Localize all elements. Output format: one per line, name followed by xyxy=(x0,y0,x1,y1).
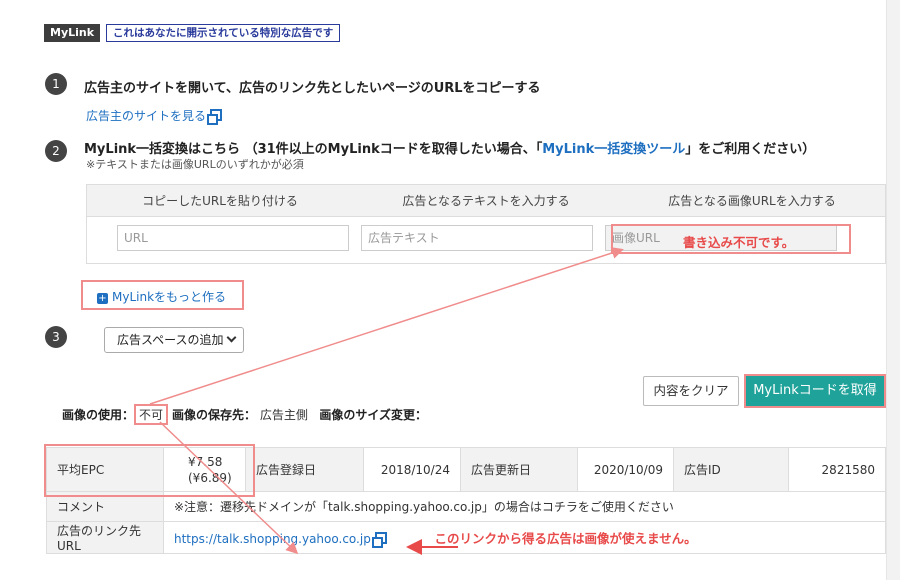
make-more-mylink-label: MyLinkをもっと作る xyxy=(112,290,227,304)
clear-button[interactable]: 内容をクリア xyxy=(643,376,739,406)
destination-annotation: このリンクから得る広告は画像が使えません。 xyxy=(434,531,697,546)
table-row: 広告のリンク先URL https://talk.shopping.yahoo.c… xyxy=(46,521,886,554)
step-2-text-after: 」をご利用ください） xyxy=(685,142,816,157)
image-store-label: 画像の保存先： xyxy=(172,408,257,422)
destination-url-label: 広告のリンク先URL xyxy=(46,521,164,554)
ad-id-label: 広告ID xyxy=(673,447,789,492)
comment-value: ※注意：遷移先ドメインが「talk.shopping.yahoo.co.jp」の… xyxy=(163,491,886,522)
step-2-number: 2 xyxy=(45,140,67,162)
mylink-badge: MyLink xyxy=(44,24,101,42)
ad-text-input[interactable]: 広告テキスト xyxy=(361,225,593,251)
advertiser-site-link-label: 広告主のサイトを見る xyxy=(86,109,207,123)
step-1-number: 1 xyxy=(45,73,67,95)
special-ad-note: これはあなたに開示されている特別な広告です xyxy=(106,24,341,42)
image-use-label: 画像の使用： xyxy=(62,408,135,422)
image-store-value: 広告主側 xyxy=(259,408,308,422)
updated-date-label: 広告更新日 xyxy=(460,447,578,492)
chevron-down-icon xyxy=(226,332,237,343)
image-url-warning: 書き込み不可です。 xyxy=(683,235,795,250)
step-2-text: MyLink一括変換はこちら （31件以上のMyLinkコードを取得したい場合、… xyxy=(84,138,815,157)
step-3-number: 3 xyxy=(45,326,67,348)
header-url: コピーしたURLを貼り付ける xyxy=(142,194,298,208)
updated-date-value: 2020/10/09 xyxy=(577,447,674,492)
external-link-icon[interactable] xyxy=(371,532,387,548)
scrollbar[interactable] xyxy=(886,0,900,580)
header-text: 広告となるテキストを入力する xyxy=(402,194,570,208)
external-link-icon xyxy=(207,109,223,125)
image-use-value: 不可 xyxy=(134,404,169,425)
get-mylink-code-button[interactable]: MyLinkコードを取得 xyxy=(744,374,886,408)
step-1-text: 広告主のサイトを開いて、広告のリンク先としたいページのURLをコピーする xyxy=(84,81,541,96)
required-note: ※テキストまたは画像URLのいずれかが必須 xyxy=(86,158,304,171)
ad-id-value: 2821580 xyxy=(788,447,886,492)
header-image-url: 広告となる画像URLを入力する xyxy=(668,194,836,208)
bulk-convert-tool-link[interactable]: MyLink一括変換ツール xyxy=(542,142,685,157)
registered-date-value: 2018/10/24 xyxy=(363,447,461,492)
plus-icon: + xyxy=(97,293,108,304)
ad-space-select[interactable]: 広告スペースの追加 xyxy=(104,327,244,353)
registered-date-label: 広告登録日 xyxy=(245,447,364,492)
advertiser-site-link[interactable]: 広告主のサイトを見る xyxy=(86,107,223,125)
panel-header: コピーしたURLを貼り付ける 広告となるテキストを入力する 広告となる画像URL… xyxy=(87,185,885,217)
image-usage-row: 画像の使用： 不可 画像の保存先： 広告主側 画像のサイズ変更： xyxy=(62,404,427,425)
header: MyLink これはあなたに開示されている特別な広告です xyxy=(44,24,341,42)
image-resize-label: 画像のサイズ変更： xyxy=(319,408,427,422)
destination-url-cell: https://talk.shopping.yahoo.co.jp このリンクか… xyxy=(163,521,886,554)
destination-url-link[interactable]: https://talk.shopping.yahoo.co.jp xyxy=(174,532,371,546)
epc-highlight-box xyxy=(44,444,255,497)
make-more-mylink-button[interactable]: + MyLinkをもっと作る xyxy=(97,288,226,305)
url-input[interactable]: URL xyxy=(117,225,349,251)
step-2-text-before: MyLink一括変換はこちら （31件以上のMyLinkコードを取得したい場合、… xyxy=(84,142,543,157)
ad-space-select-value: 広告スペースの追加 xyxy=(117,333,224,347)
